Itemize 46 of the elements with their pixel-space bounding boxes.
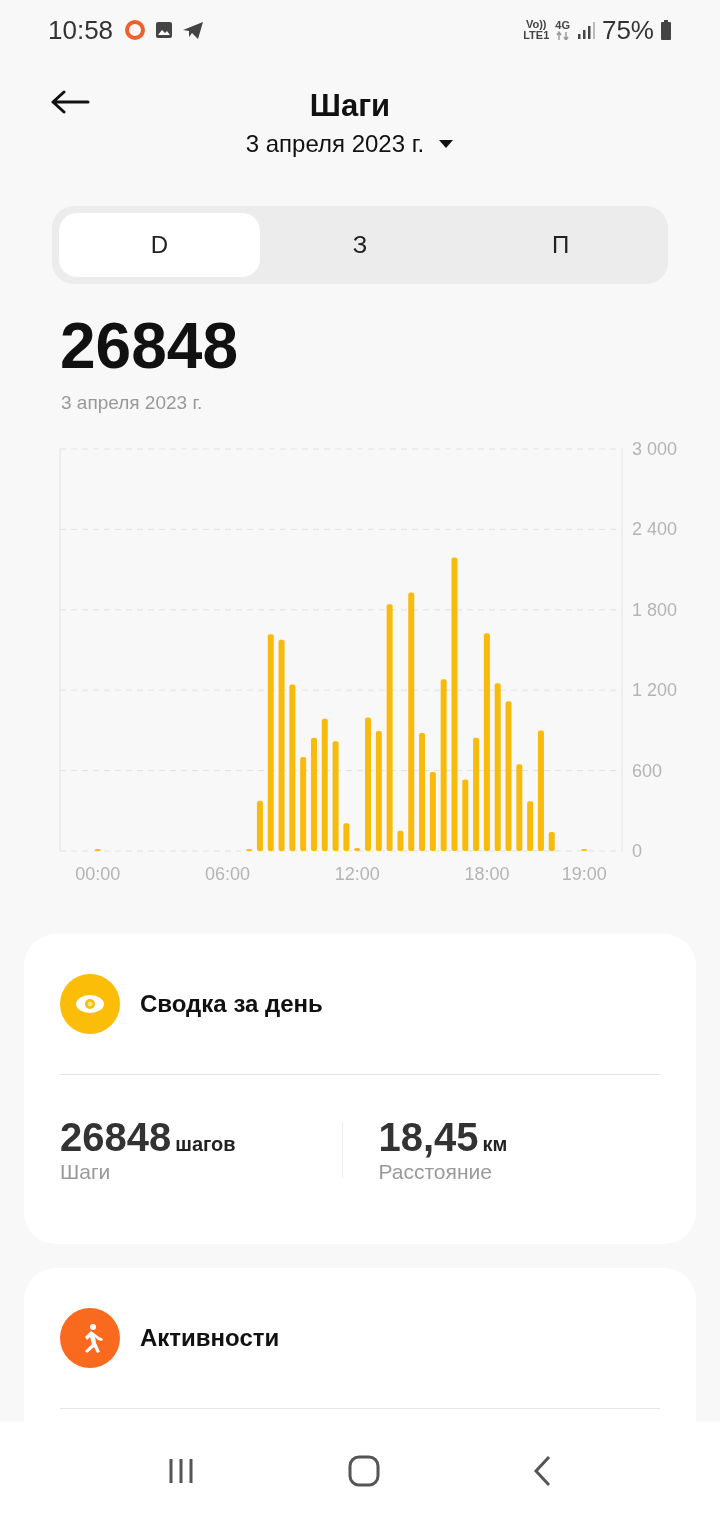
x-tick-label: 19:00 [561, 864, 607, 884]
y-tick-label: 2 400 [632, 519, 678, 540]
step-bar [256, 800, 263, 851]
card-title: Сводка за день [140, 990, 323, 1018]
battery-icon [660, 19, 672, 41]
stat-value: 26848 [60, 1115, 172, 1160]
network-type: 4G [555, 20, 570, 31]
x-tick-label: 12:00 [334, 864, 380, 884]
period-tab[interactable]: D [59, 213, 260, 277]
volte-label: Vo)) [525, 19, 547, 30]
back-icon[interactable] [50, 90, 90, 114]
y-tick-label: 0 [632, 841, 642, 861]
period-tab[interactable]: П [460, 213, 661, 277]
step-total: 26848 [60, 314, 239, 378]
signal-icon [575, 20, 596, 40]
step-bar [354, 847, 361, 851]
step-bar [527, 801, 534, 851]
y-tick-label: 3 000 [632, 439, 678, 459]
stat-unit: шагов [175, 1133, 236, 1156]
step-bar [397, 830, 404, 851]
date-dropdown[interactable]: 3 апреля 2023 г. [245, 130, 455, 158]
total-date: 3 апреля 2023 г. [61, 392, 204, 414]
period-tab[interactable]: З [259, 213, 461, 277]
ring-icon [123, 18, 148, 42]
card-title: Активности [140, 1324, 280, 1352]
step-bar [343, 823, 350, 851]
stat-label: Расстояние [378, 1160, 493, 1184]
stat-label: Шаги [60, 1160, 112, 1184]
x-tick-label: 00:00 [75, 864, 121, 884]
stat-unit: км [482, 1133, 508, 1156]
y-tick-label: 1 200 [632, 680, 678, 701]
step-bar [548, 831, 555, 851]
lte-label: LTE1 [523, 30, 550, 41]
battery-percent: 75% [601, 14, 654, 46]
x-tick-label: 18:00 [464, 864, 510, 884]
step-bar [462, 779, 469, 851]
x-tick-label: 06:00 [205, 864, 251, 884]
caret-icon [438, 139, 455, 149]
data-arrows-icon [555, 31, 570, 40]
clock-time: 10:58 [48, 14, 114, 46]
home-icon[interactable] [347, 1454, 381, 1488]
send-icon [181, 19, 206, 41]
y-tick-label: 1 800 [632, 599, 678, 620]
screen-title: Шаги [309, 88, 391, 124]
stat-value: 18,45 [378, 1115, 479, 1160]
y-tick-label: 600 [632, 760, 663, 781]
